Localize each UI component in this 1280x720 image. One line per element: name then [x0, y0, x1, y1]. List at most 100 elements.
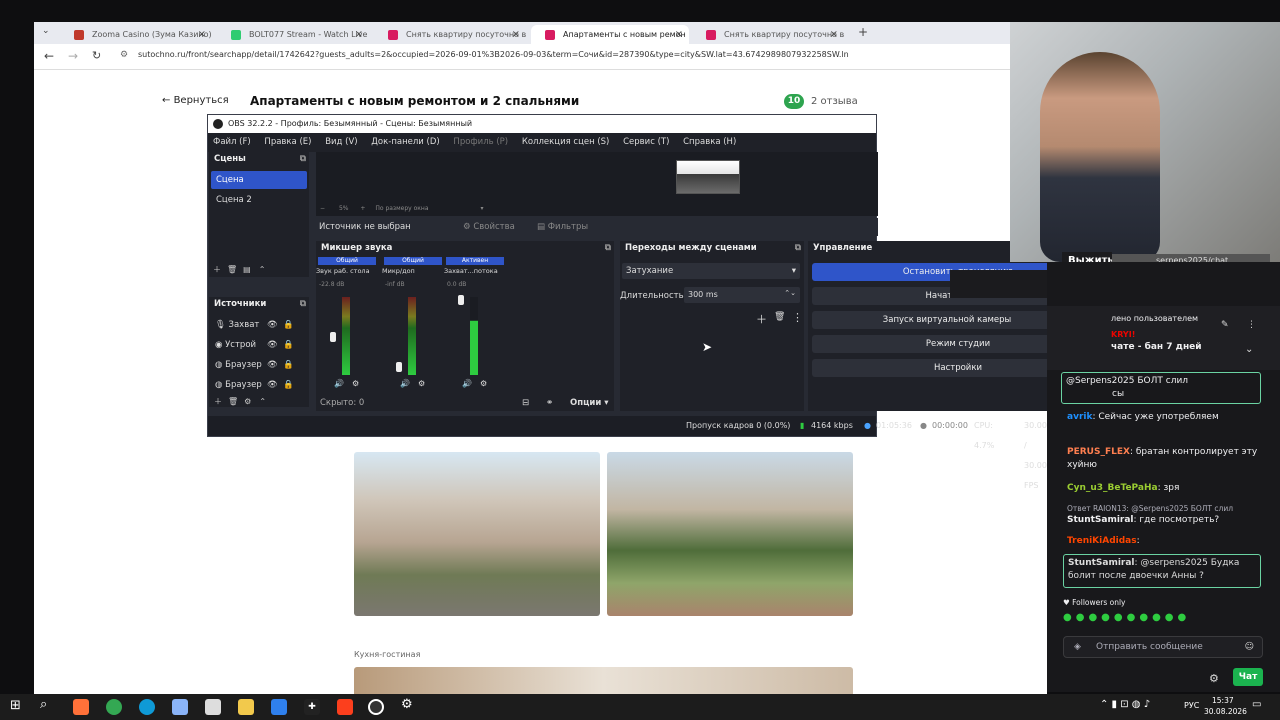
new-tab-icon[interactable]: +: [858, 25, 868, 39]
chat-username[interactable]: StuntSamiral: [1068, 558, 1135, 568]
options-dropdown[interactable]: Опции ▾: [570, 395, 609, 411]
language-indicator[interactable]: РУС: [1184, 701, 1199, 710]
notification-icon[interactable]: ▭: [1252, 699, 1261, 710]
menu-file[interactable]: Файл (F): [213, 137, 251, 147]
browser-tab[interactable]: Снять квартиру посуточно в Э ×: [692, 25, 844, 44]
speaker-icon[interactable]: 🔊: [334, 379, 344, 388]
undock-icon[interactable]: ⧉: [300, 152, 306, 167]
gear-icon[interactable]: ⚙: [418, 379, 425, 388]
lock-icon[interactable]: 🔒: [283, 318, 294, 332]
volume-fader-handle[interactable]: [396, 362, 402, 372]
close-icon[interactable]: ×: [198, 25, 206, 44]
menu-scene-collection[interactable]: Коллекция сцен (S): [522, 137, 610, 147]
chat-username[interactable]: PERUS_FLEX: [1067, 447, 1130, 457]
scene-item[interactable]: Сцена 2: [211, 191, 307, 209]
chat-username[interactable]: avrik: [1067, 412, 1092, 422]
browser-tab[interactable]: BOLT077 Stream - Watch Live o ×: [217, 25, 369, 44]
chevron-down-icon[interactable]: ▾: [480, 205, 483, 212]
obs-taskbar-icon[interactable]: [368, 699, 384, 715]
trash-icon[interactable]: 🗑: [228, 397, 238, 406]
source-item[interactable]: ◍ Браузер 👁 🔒: [215, 378, 305, 392]
menu-docks[interactable]: Док-панели (D): [371, 137, 439, 147]
reload-icon[interactable]: ↻: [92, 49, 101, 62]
volume-fader-handle[interactable]: [458, 295, 464, 305]
windows-start-icon[interactable]: ⊞: [10, 698, 21, 713]
settings-taskbar-icon[interactable]: ⚙: [401, 697, 413, 712]
chat-send-button[interactable]: Чат: [1233, 668, 1263, 686]
browser-tab[interactable]: Zooma Casino (Зума Казино) о ×: [60, 25, 212, 44]
folder-icon[interactable]: [238, 699, 254, 715]
properties-button[interactable]: ⚙ Свойства: [463, 218, 515, 236]
more-vertical-icon[interactable]: ⋮: [1247, 320, 1256, 330]
undock-icon[interactable]: ⧉: [795, 241, 801, 256]
more-vertical-icon[interactable]: ⋮: [792, 311, 803, 324]
link-icon[interactable]: ⚭: [546, 395, 553, 411]
apartment-photo-1[interactable]: [354, 452, 600, 616]
volume-fader-handle[interactable]: [330, 332, 336, 342]
clock-date[interactable]: 30.08.2026: [1204, 707, 1247, 716]
layout-icon[interactable]: ⊟: [522, 395, 529, 411]
stepper-icon[interactable]: ⌃⌄: [784, 285, 796, 301]
chevron-up-icon[interactable]: ⌃: [259, 397, 266, 406]
eye-icon[interactable]: 👁: [267, 318, 278, 332]
eye-icon[interactable]: 👁: [267, 358, 278, 372]
menu-edit[interactable]: Правка (E): [264, 137, 311, 147]
gear-icon[interactable]: ⚙: [352, 379, 359, 388]
duration-input[interactable]: 300 ms ⌃⌄: [684, 287, 800, 303]
clock-time[interactable]: 15:37: [1212, 696, 1234, 705]
tray-icons[interactable]: ⌃ ▮ ⊡ ◍ ♪: [1100, 699, 1150, 710]
lock-icon[interactable]: 🔒: [283, 378, 294, 392]
back-link[interactable]: ← Вернуться: [162, 95, 229, 106]
virtual-camera-button[interactable]: Запуск виртуальной камеры: [812, 311, 1082, 329]
tab-list-chevron-icon[interactable]: ⌄: [42, 26, 50, 36]
apartment-photo-2[interactable]: [607, 452, 853, 616]
eye-icon[interactable]: 👁: [267, 338, 278, 352]
filters-button[interactable]: ▤ Фильтры: [537, 218, 588, 236]
menu-profile[interactable]: Профиль (P): [453, 137, 508, 147]
url-field[interactable]: sutochno.ru/front/searchapp/detail/17426…: [138, 50, 849, 59]
zoom-in-icon[interactable]: +: [360, 205, 365, 212]
gear-icon[interactable]: ⚙: [480, 379, 487, 388]
transition-select[interactable]: Затухание ▾: [622, 263, 800, 279]
apartment-photo-3[interactable]: [354, 667, 853, 694]
speaker-icon[interactable]: 🔊: [462, 379, 472, 388]
lock-icon[interactable]: 🔒: [283, 358, 294, 372]
chat-input[interactable]: Отправить сообщение ◈ ☺: [1063, 636, 1263, 658]
filter-icon[interactable]: ▤: [243, 265, 251, 274]
forward-arrow-icon[interactable]: →: [68, 49, 78, 63]
undock-icon[interactable]: ⧉: [605, 241, 611, 256]
speaker-icon[interactable]: 🔊: [400, 379, 410, 388]
back-arrow-icon[interactable]: ←: [44, 49, 54, 63]
menu-help[interactable]: Справка (H): [683, 137, 736, 147]
trash-icon[interactable]: 🗑: [227, 265, 237, 274]
yandex-icon[interactable]: [337, 699, 353, 715]
menu-view[interactable]: Вид (V): [325, 137, 357, 147]
chat-username[interactable]: TreniKiAdidas: [1067, 536, 1137, 546]
emote-row[interactable]: ●●●●●●●●●●: [1063, 612, 1261, 626]
calculator-icon[interactable]: [172, 699, 188, 715]
site-settings-icon[interactable]: ⚙: [120, 50, 128, 60]
browser-tab[interactable]: Снять квартиру посуточно в С ×: [374, 25, 526, 44]
close-icon[interactable]: ×: [355, 25, 363, 44]
edge-icon[interactable]: [139, 699, 155, 715]
scene-item-active[interactable]: Сцена: [211, 171, 307, 189]
preview-area[interactable]: [316, 152, 878, 202]
add-icon[interactable]: ＋: [756, 311, 767, 327]
close-icon[interactable]: ×: [830, 25, 838, 44]
close-icon[interactable]: ×: [512, 25, 520, 44]
source-item[interactable]: 🎙 Захват 👁 🔒: [215, 318, 305, 332]
app-icon[interactable]: [271, 699, 287, 715]
app-plus-icon[interactable]: ✚: [304, 699, 320, 715]
eye-icon[interactable]: 👁: [267, 378, 278, 392]
undock-icon[interactable]: ⧉: [300, 297, 306, 312]
reviews-link[interactable]: 2 отзыва: [811, 96, 858, 107]
gear-icon[interactable]: ⚙: [1209, 672, 1219, 685]
search-icon[interactable]: ⌕: [40, 697, 47, 712]
trash-icon[interactable]: 🗑: [774, 312, 785, 322]
firefox-icon[interactable]: [73, 699, 89, 715]
store-icon[interactable]: [205, 699, 221, 715]
chat-username[interactable]: StuntSamiral: [1067, 515, 1134, 525]
source-item[interactable]: ◍ Браузер 👁 🔒: [215, 358, 305, 372]
emoji-icon[interactable]: ☺: [1245, 637, 1254, 657]
fit-label[interactable]: По размеру окна: [375, 205, 428, 212]
